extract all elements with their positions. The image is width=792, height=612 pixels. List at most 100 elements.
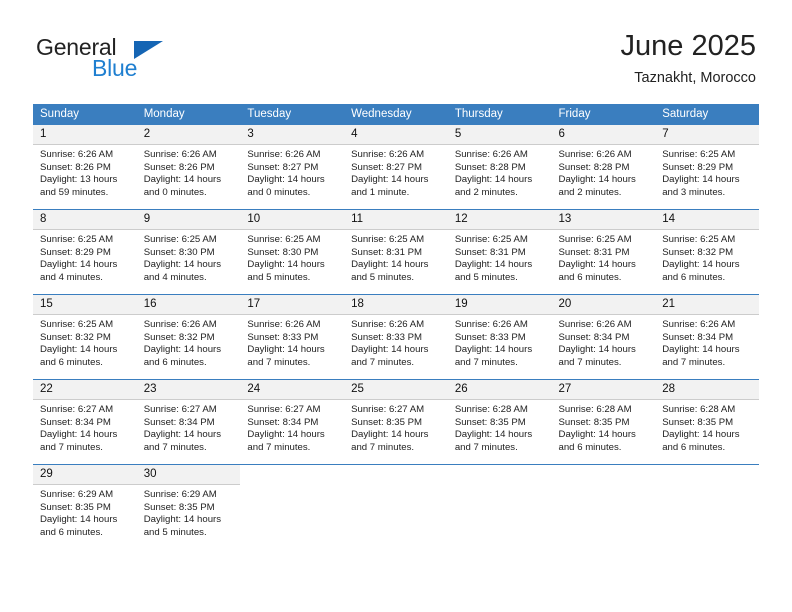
calendar-day-cell[interactable]	[240, 464, 345, 549]
calendar-day-cell[interactable]: 6 Sunrise: 6:26 AM Sunset: 8:28 PM Daylight…	[551, 125, 656, 210]
sunrise-time: Sunrise: 6:29 AM	[143, 489, 217, 500]
day-number: 4	[344, 125, 448, 145]
page-title: June 2025	[620, 30, 756, 62]
sunrise-time: Sunrise: 6:27 AM	[40, 404, 114, 415]
calendar-day-cell[interactable]: 21 Sunrise: 6:26 AM Sunset: 8:34 PM Dayligh…	[655, 294, 759, 380]
sunset-time: Sunset: 8:34 PM	[558, 331, 630, 343]
calendar-day-content: 14 Sunrise: 6:25 AM Sunset: 8:32 PM Dayligh…	[655, 210, 759, 294]
sunset-time: Sunset: 8:31 PM	[351, 246, 423, 258]
sunset-time: Sunset: 8:30 PM	[247, 246, 319, 258]
calendar-day-cell[interactable]: 12 Sunrise: 6:25 AM Sunset: 8:31 PM Dayligh…	[447, 209, 552, 295]
calendar-day-cell[interactable]: 7 Sunrise: 6:25 AM Sunset: 8:29 PM Daylight…	[655, 125, 759, 210]
calendar-day-content: 25 Sunrise: 6:27 AM Sunset: 8:35 PM Dayligh…	[344, 380, 448, 464]
calendar-day-cell[interactable]: 2 Sunrise: 6:26 AM Sunset: 8:26 PM Daylight…	[136, 125, 241, 210]
sunset-time: Sunset: 8:32 PM	[40, 331, 111, 343]
column-header-sunday: Sunday	[33, 104, 137, 125]
calendar-day-cell[interactable]: 23 Sunrise: 6:27 AM Sunset: 8:34 PM Dayligh…	[136, 379, 241, 465]
calendar-day-cell[interactable]: 28 Sunrise: 6:28 AM Sunset: 8:35 PM Dayligh…	[655, 379, 759, 465]
calendar-day-cell[interactable]: 11 Sunrise: 6:25 AM Sunset: 8:31 PM Dayligh…	[344, 209, 448, 295]
sunset-time: Sunset: 8:26 PM	[40, 161, 111, 173]
calendar-day-cell[interactable]: 1 Sunrise: 6:26 AM Sunset: 8:26 PM Daylight…	[33, 125, 137, 210]
calendar-day-content: 22 Sunrise: 6:27 AM Sunset: 8:34 PM Dayligh…	[33, 380, 137, 464]
day-number: 30	[136, 465, 241, 485]
calendar-day-cell[interactable]: 25 Sunrise: 6:27 AM Sunset: 8:35 PM Dayligh…	[344, 379, 448, 465]
calendar-day-cell[interactable]: 14 Sunrise: 6:25 AM Sunset: 8:32 PM Dayligh…	[655, 209, 759, 295]
sunrise-time: Sunrise: 6:27 AM	[351, 404, 425, 415]
calendar-day-cell[interactable]	[344, 464, 448, 549]
sunset-time: Sunset: 8:28 PM	[454, 161, 526, 173]
sunrise-time: Sunrise: 6:25 AM	[40, 234, 114, 245]
day-sun-info: Sunrise: 6:29 AM Sunset: 8:35 PM Daylight:…	[137, 485, 241, 539]
column-header-thursday: Thursday	[447, 104, 552, 125]
calendar-day-cell[interactable]: 18 Sunrise: 6:26 AM Sunset: 8:33 PM Dayligh…	[344, 294, 448, 380]
sunset-time: Sunset: 8:34 PM	[143, 416, 215, 428]
calendar-day-cell[interactable]: 17 Sunrise: 6:26 AM Sunset: 8:33 PM Dayligh…	[240, 294, 345, 380]
day-number: 18	[344, 295, 448, 315]
sunset-time: Sunset: 8:27 PM	[247, 161, 319, 173]
daylight-duration-line2: and 2 minutes.	[454, 186, 518, 198]
calendar-day-cell[interactable]: 19 Sunrise: 6:26 AM Sunset: 8:33 PM Dayligh…	[447, 294, 552, 380]
sunrise-time: Sunrise: 6:25 AM	[662, 234, 736, 245]
calendar-day-cell[interactable]: 22 Sunrise: 6:27 AM Sunset: 8:34 PM Dayligh…	[33, 379, 137, 465]
daylight-duration-line1: Daylight: 14 hours	[351, 429, 429, 441]
sunrise-time: Sunrise: 6:26 AM	[558, 319, 632, 330]
calendar-day-cell[interactable]	[447, 464, 552, 549]
calendar-day-cell[interactable]: 26 Sunrise: 6:28 AM Sunset: 8:35 PM Dayligh…	[447, 379, 552, 465]
daylight-duration-line1: Daylight: 14 hours	[558, 259, 636, 271]
sunrise-time: Sunrise: 6:26 AM	[454, 149, 528, 160]
day-sun-info: Sunrise: 6:28 AM Sunset: 8:35 PM Daylight:…	[552, 400, 656, 454]
daylight-duration-line2: and 7 minutes.	[351, 441, 415, 453]
calendar-day-cell[interactable]: 8 Sunrise: 6:25 AM Sunset: 8:29 PM Daylight…	[33, 209, 137, 295]
day-sun-info: Sunrise: 6:25 AM Sunset: 8:31 PM Daylight:…	[552, 230, 656, 284]
calendar-day-cell[interactable]: 10 Sunrise: 6:25 AM Sunset: 8:30 PM Dayligh…	[240, 209, 345, 295]
day-number: 17	[240, 295, 345, 315]
daylight-duration-line1: Daylight: 14 hours	[558, 174, 636, 186]
day-sun-info: Sunrise: 6:26 AM Sunset: 8:27 PM Daylight:…	[240, 145, 344, 199]
calendar-day-cell[interactable]: 24 Sunrise: 6:27 AM Sunset: 8:34 PM Dayligh…	[240, 379, 345, 465]
daylight-duration-line1: Daylight: 14 hours	[143, 514, 222, 526]
day-sun-info: Sunrise: 6:26 AM Sunset: 8:33 PM Daylight:…	[344, 315, 448, 369]
calendar-day-cell[interactable]: 16 Sunrise: 6:26 AM Sunset: 8:32 PM Dayligh…	[136, 294, 241, 380]
calendar-day-content: 21 Sunrise: 6:26 AM Sunset: 8:34 PM Dayligh…	[655, 295, 759, 379]
calendar-day-content: 24 Sunrise: 6:27 AM Sunset: 8:34 PM Dayligh…	[240, 380, 345, 464]
daylight-duration-line1: Daylight: 14 hours	[662, 174, 740, 186]
day-number: 28	[655, 380, 759, 400]
calendar-day-cell[interactable]: 13 Sunrise: 6:25 AM Sunset: 8:31 PM Dayligh…	[551, 209, 656, 295]
calendar-day-cell[interactable]: 4 Sunrise: 6:26 AM Sunset: 8:27 PM Daylight…	[344, 125, 448, 210]
calendar-day-cell[interactable]: 9 Sunrise: 6:25 AM Sunset: 8:30 PM Daylight…	[136, 209, 241, 295]
calendar-day-cell[interactable]: 29 Sunrise: 6:29 AM Sunset: 8:35 PM Dayligh…	[33, 464, 137, 549]
sunrise-time: Sunrise: 6:26 AM	[351, 319, 425, 330]
calendar-day-cell[interactable]: 20 Sunrise: 6:26 AM Sunset: 8:34 PM Dayligh…	[551, 294, 656, 380]
sunrise-time: Sunrise: 6:26 AM	[143, 319, 217, 330]
calendar-day-cell[interactable]: 15 Sunrise: 6:25 AM Sunset: 8:32 PM Dayligh…	[33, 294, 137, 380]
calendar-day-content: 15 Sunrise: 6:25 AM Sunset: 8:32 PM Dayligh…	[33, 295, 137, 379]
daylight-duration-line1: Daylight: 14 hours	[558, 344, 636, 356]
daylight-duration-line1: Daylight: 14 hours	[454, 344, 533, 356]
daylight-duration-line2: and 5 minutes.	[143, 526, 207, 538]
calendar-day-cell[interactable]	[551, 464, 656, 549]
sunrise-time: Sunrise: 6:27 AM	[247, 404, 321, 415]
calendar-day-content: 28 Sunrise: 6:28 AM Sunset: 8:35 PM Dayligh…	[655, 380, 759, 464]
calendar-day-content: 17 Sunrise: 6:26 AM Sunset: 8:33 PM Dayligh…	[240, 295, 345, 379]
calendar-day-cell[interactable]: 5 Sunrise: 6:26 AM Sunset: 8:28 PM Daylight…	[447, 125, 552, 210]
sunset-time: Sunset: 8:29 PM	[662, 161, 734, 173]
calendar-day-cell[interactable]: 30 Sunrise: 6:29 AM Sunset: 8:35 PM Dayligh…	[136, 464, 241, 549]
day-sun-info: Sunrise: 6:25 AM Sunset: 8:29 PM Daylight:…	[33, 230, 137, 284]
column-header-wednesday: Wednesday	[344, 104, 448, 125]
daylight-duration-line1: Daylight: 14 hours	[247, 344, 325, 356]
sunrise-time: Sunrise: 6:25 AM	[247, 234, 321, 245]
calendar-day-content: 23 Sunrise: 6:27 AM Sunset: 8:34 PM Dayligh…	[136, 380, 241, 464]
daylight-duration-line2: and 1 minute.	[351, 186, 410, 198]
calendar-day-cell[interactable]: 3 Sunrise: 6:26 AM Sunset: 8:27 PM Daylight…	[240, 125, 345, 210]
calendar-day-cell[interactable]	[655, 464, 759, 549]
day-sun-info: Sunrise: 6:26 AM Sunset: 8:28 PM Daylight:…	[448, 145, 552, 199]
general-blue-logo[interactable]: General Blue	[36, 36, 236, 90]
sunrise-time: Sunrise: 6:25 AM	[40, 319, 114, 330]
day-number: 2	[136, 125, 241, 145]
day-number: 26	[447, 380, 552, 400]
day-sun-info: Sunrise: 6:26 AM Sunset: 8:28 PM Daylight:…	[552, 145, 656, 199]
day-number: 15	[33, 295, 137, 315]
title-block: June 2025 Taznakht, Morocco	[621, 30, 756, 86]
calendar-day-cell[interactable]: 27 Sunrise: 6:28 AM Sunset: 8:35 PM Dayligh…	[551, 379, 656, 465]
page-subtitle: Taznakht, Morocco	[634, 70, 756, 87]
